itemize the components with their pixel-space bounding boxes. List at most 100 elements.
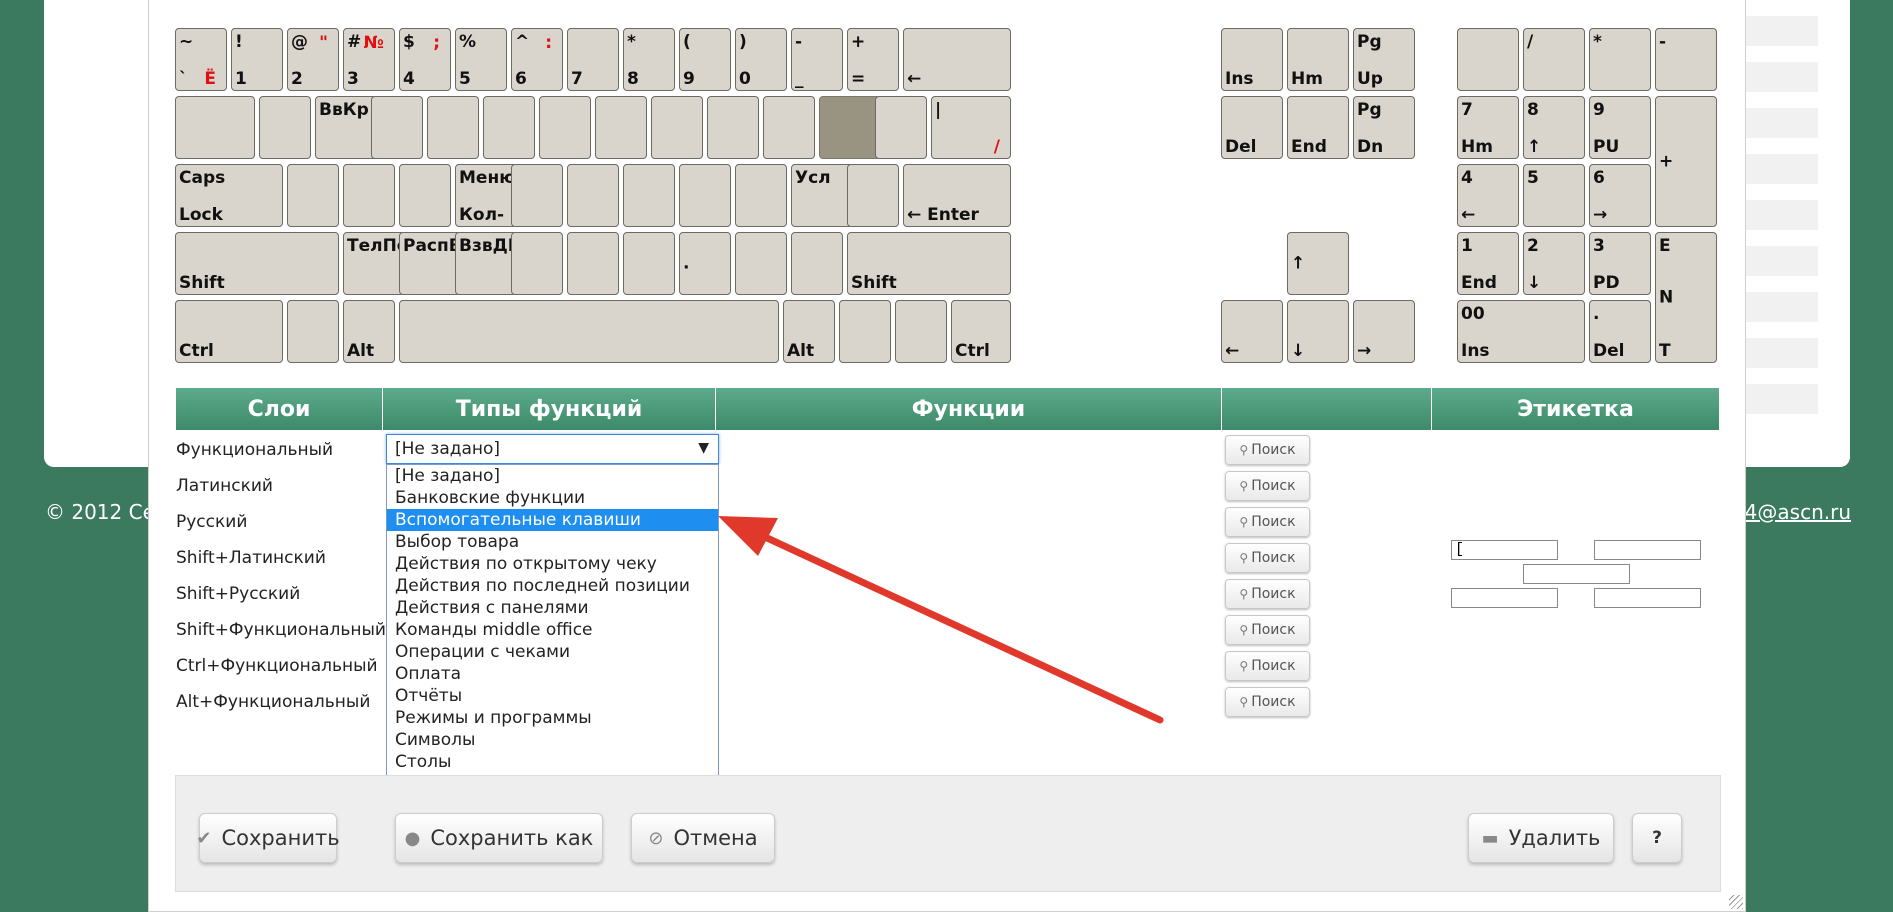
key-n9[interactable]: 9 PU	[1589, 96, 1651, 159]
key-kdot[interactable]	[791, 232, 843, 295]
key-kbs[interactable]: ←	[903, 28, 1011, 91]
key-kw[interactable]: ВвКр	[315, 96, 377, 159]
help-button[interactable]: ?	[1632, 813, 1682, 863]
key-kl[interactable]	[735, 164, 787, 227]
key-ky[interactable]	[539, 96, 591, 159]
key-krc[interactable]: Ctrl	[951, 300, 1011, 363]
key-n8[interactable]: 8 ↑	[1523, 96, 1585, 159]
key-kqt[interactable]	[847, 164, 899, 227]
dropdown-option[interactable]: Режимы и программы	[387, 707, 718, 729]
key-kr[interactable]	[427, 96, 479, 159]
search-button[interactable]: ⚲ Поиск	[1225, 543, 1310, 573]
key-k6[interactable]: % 5	[455, 28, 507, 91]
key-kpd[interactable]: Pg Dn	[1353, 96, 1415, 159]
key-ks[interactable]	[343, 164, 395, 227]
label-field-5[interactable]	[1594, 588, 1701, 608]
search-button[interactable]: ⚲ Поиск	[1225, 507, 1310, 537]
key-k2[interactable]: ! 1	[231, 28, 283, 91]
function-type-select[interactable]: [Не задано] ▼	[386, 434, 719, 464]
key-n3k[interactable]: 3 PD	[1589, 232, 1651, 295]
key-klb[interactable]	[819, 96, 881, 159]
key-k8[interactable]: 7	[567, 28, 619, 91]
key-k12[interactable]: - _	[791, 28, 843, 91]
key-k10[interactable]: (9	[679, 28, 731, 91]
key-kd[interactable]	[399, 164, 451, 227]
key-krw[interactable]	[839, 300, 891, 363]
key-kv[interactable]	[511, 232, 563, 295]
delete-button[interactable]: ▬ Удалить	[1468, 813, 1614, 863]
key-kh[interactable]	[567, 164, 619, 227]
key-kup[interactable]: ↑	[1287, 232, 1349, 295]
key-kcaps[interactable]: Caps Lock	[175, 164, 283, 227]
key-n7[interactable]: 7 Hm	[1457, 96, 1519, 159]
save-button[interactable]: ✔ Сохранить	[196, 813, 340, 863]
key-ke[interactable]	[371, 96, 423, 159]
key-k5[interactable]: $4;	[399, 28, 451, 91]
key-ktab[interactable]	[175, 96, 255, 159]
key-n4k[interactable]: 4 ←	[1457, 164, 1519, 227]
key-kdn[interactable]: ↓	[1287, 300, 1349, 363]
key-kdel[interactable]: Del	[1221, 96, 1283, 159]
key-k1[interactable]: ~ ` Ё	[175, 28, 227, 91]
key-kp[interactable]	[763, 96, 815, 159]
key-n3[interactable]: *	[1589, 28, 1651, 91]
key-klt[interactable]: ←	[1221, 300, 1283, 363]
key-k9[interactable]: * 8	[623, 28, 675, 91]
key-kn[interactable]	[623, 232, 675, 295]
dropdown-option[interactable]: Команды middle office	[387, 619, 718, 641]
key-khm[interactable]: Hm	[1287, 28, 1349, 91]
key-k13[interactable]: + =	[847, 28, 899, 91]
key-kx[interactable]: РаспВыр	[399, 232, 461, 295]
key-ksp[interactable]	[399, 300, 779, 363]
resize-grip-icon[interactable]	[1729, 895, 1743, 909]
key-k4[interactable]: #3 №	[343, 28, 395, 91]
dropdown-arrow-icon[interactable]: ▼	[698, 440, 709, 456]
key-krsh[interactable]: Shift	[847, 232, 1011, 295]
key-k11[interactable]: ) 0	[735, 28, 787, 91]
dropdown-option[interactable]: Действия по последней позиции	[387, 575, 718, 597]
cancel-button[interactable]: ⊘ Отмена	[631, 813, 775, 863]
key-n0[interactable]: 00 Ins	[1457, 300, 1585, 363]
key-kla[interactable]: Alt	[343, 300, 395, 363]
search-button[interactable]: ⚲ Поиск	[1225, 687, 1310, 717]
key-kra[interactable]: Alt	[783, 300, 835, 363]
key-ka[interactable]	[287, 164, 339, 227]
key-n1[interactable]	[1457, 28, 1519, 91]
search-button[interactable]: ⚲ Поиск	[1225, 615, 1310, 645]
key-kins[interactable]: Ins	[1221, 28, 1283, 91]
key-n5[interactable]: 5	[1523, 164, 1585, 227]
dropdown-option[interactable]: Отчёты	[387, 685, 718, 707]
key-ki[interactable]	[651, 96, 703, 159]
key-ku[interactable]	[595, 96, 647, 159]
key-kk[interactable]	[679, 164, 731, 227]
key-kend[interactable]: End	[1287, 96, 1349, 159]
key-kt[interactable]	[483, 96, 535, 159]
key-kg[interactable]	[511, 164, 563, 227]
key-nent[interactable]: E N T	[1655, 232, 1717, 363]
save-as-button[interactable]: ● Сохранить как	[395, 813, 603, 863]
dropdown-option[interactable]: [Не задано]	[387, 465, 718, 487]
key-krb[interactable]	[875, 96, 927, 159]
key-kent[interactable]: ← Enter	[903, 164, 1011, 227]
key-n4[interactable]: -	[1655, 28, 1717, 91]
key-kmn[interactable]	[895, 300, 947, 363]
dropdown-option[interactable]: Вспомогательные клавиши	[387, 509, 718, 531]
key-k7[interactable]: ^ 6:	[511, 28, 563, 91]
key-k3[interactable]: @2 "	[287, 28, 339, 91]
dropdown-option[interactable]: Столы	[387, 751, 718, 773]
dropdown-option[interactable]: Банковские функции	[387, 487, 718, 509]
key-ko[interactable]	[707, 96, 759, 159]
search-button[interactable]: ⚲ Поиск	[1225, 471, 1310, 501]
key-n2k[interactable]: 2 ↓	[1523, 232, 1585, 295]
key-kq[interactable]	[259, 96, 311, 159]
key-kf[interactable]: Меню Кол-	[455, 164, 517, 227]
key-kpu[interactable]: Pg Up	[1353, 28, 1415, 91]
label-field-4[interactable]	[1451, 588, 1558, 608]
key-n1k[interactable]: 1 End	[1457, 232, 1519, 295]
key-kz[interactable]: ТелПоиск	[343, 232, 405, 295]
dropdown-option[interactable]: Операции с чеками	[387, 641, 718, 663]
label-field-1[interactable]: [	[1451, 540, 1558, 560]
key-kbsl[interactable]: | /	[931, 96, 1011, 159]
key-n6[interactable]: 6 →	[1589, 164, 1651, 227]
key-kj[interactable]	[623, 164, 675, 227]
